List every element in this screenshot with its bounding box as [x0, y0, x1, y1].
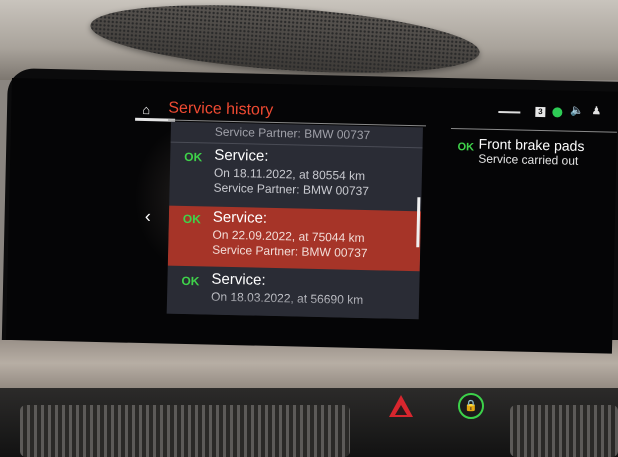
service-history-list: Service Partner: BMW 00737 OK Service: O… [166, 121, 423, 320]
list-item-service-2[interactable]: OK Service: On 22.09.2022, at 75044 km S… [167, 205, 422, 272]
spotify-icon [552, 107, 563, 118]
infotainment-screen: ⌂ Service history ‹ Service Partner: BMW… [6, 78, 618, 354]
detail-divider [450, 127, 618, 133]
notification-count-badge: 3 [535, 106, 546, 118]
ok-status-badge: OK [182, 211, 202, 227]
status-dash-icon [498, 111, 521, 114]
central-lock-button[interactable]: 🔒 [458, 393, 484, 419]
person-icon: ♟ [591, 105, 602, 118]
item-label: Service: [214, 146, 269, 165]
item-label: Service: [211, 270, 266, 289]
detail-subtitle: Service carried out [478, 151, 579, 168]
home-icon[interactable]: ⌂ [142, 102, 156, 117]
detail-ok-badge: OK [457, 141, 475, 154]
speaker-icon: 🔈 [570, 104, 585, 117]
list-item-partial-partner: Service Partner: BMW 00737 [214, 124, 371, 143]
air-vent-right [510, 405, 618, 457]
ok-status-badge: OK [184, 149, 203, 165]
hazard-inner-icon [395, 405, 407, 415]
list-item-service-1[interactable]: OK Service: On 18.11.2022, at 80554 km S… [169, 144, 422, 210]
air-vent-left [20, 405, 350, 457]
item-partner: Service Partner: BMW 00737 [213, 180, 370, 199]
list-fade [166, 291, 420, 320]
back-arrow-icon[interactable]: ‹ [145, 206, 151, 227]
ok-status-badge: OK [181, 273, 200, 289]
item-partner: Service Partner: BMW 00737 [211, 242, 368, 261]
page-title: Service history [168, 99, 274, 119]
item-label: Service: [212, 208, 268, 227]
